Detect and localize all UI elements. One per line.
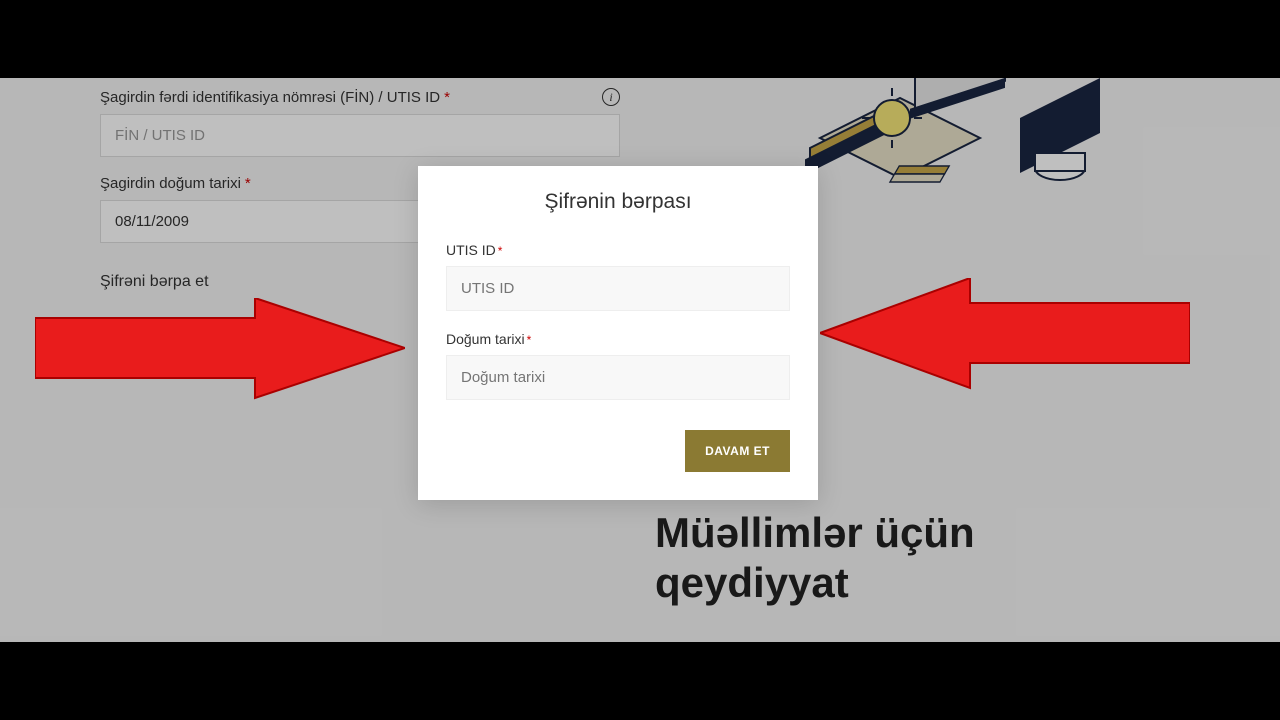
- annotation-arrow-right: [820, 278, 1190, 413]
- modal-dob-label-text: Doğum tarixi: [446, 331, 525, 347]
- annotation-arrow-left: [35, 298, 405, 423]
- modal-title: Şifrənin bərpası: [446, 190, 790, 214]
- required-asterisk: *: [527, 333, 532, 347]
- utis-label: UTIS ID*: [446, 242, 790, 258]
- modal-dob-label: Doğum tarixi*: [446, 331, 790, 347]
- modal-dob-input[interactable]: [446, 355, 790, 400]
- password-reset-modal: Şifrənin bərpası UTIS ID* Doğum tarixi* …: [418, 166, 818, 500]
- modal-footer: DAVAM ET: [446, 430, 790, 472]
- letterbox-top: [0, 0, 1280, 78]
- letterbox-bottom: [0, 642, 1280, 720]
- utis-label-text: UTIS ID: [446, 242, 496, 258]
- page-content: Şagirdin fərdi identifikasiya nömrəsi (F…: [0, 78, 1280, 642]
- utis-input[interactable]: [446, 266, 790, 311]
- required-asterisk: *: [498, 244, 503, 258]
- continue-button[interactable]: DAVAM ET: [685, 430, 790, 472]
